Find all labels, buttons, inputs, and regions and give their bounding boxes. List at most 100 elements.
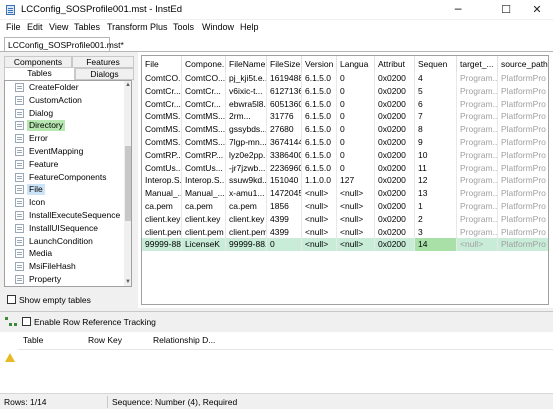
table-cell[interactable]: 0x0200 — [375, 238, 415, 252]
table-cell[interactable]: 11 — [415, 161, 457, 175]
menu-window[interactable]: Window — [202, 22, 234, 32]
show-empty-tables-checkbox[interactable] — [7, 295, 16, 304]
table-cell[interactable]: 99999-88... — [142, 238, 182, 252]
table-cell[interactable]: 7 — [415, 110, 457, 124]
table-cell[interactable]: PlatformPro — [498, 213, 548, 226]
table-cell[interactable]: 7lgp-mn... — [226, 136, 267, 149]
table-cell[interactable]: Program... — [457, 123, 498, 137]
table-row[interactable]: ca.pem ca.pem ca.pem 1856 <null> <null> 0x0200… — [142, 200, 548, 213]
col-relationship[interactable]: Relationship D... — [153, 335, 215, 345]
table-cell[interactable]: 6.1.5.0 — [302, 136, 337, 149]
table-cell[interactable]: 0x0200 — [375, 110, 415, 124]
table-cell[interactable]: ComtMS... — [142, 123, 182, 137]
table-cell[interactable]: ComtCr... — [182, 97, 226, 111]
table-cell[interactable]: 0 — [337, 72, 375, 85]
column-header[interactable]: FileSize — [267, 56, 302, 72]
table-cell[interactable]: ca.pem — [182, 200, 226, 213]
table-cell[interactable]: 6.1.5.0 — [302, 123, 337, 137]
table-row[interactable]: client.key client.key client.key 4399 <null>… — [142, 212, 548, 226]
table-cell[interactable]: ComtMS... — [142, 110, 182, 124]
table-cell[interactable]: 12 — [415, 174, 457, 188]
table-cell[interactable]: 2 — [415, 212, 457, 226]
table-cell[interactable]: Program... — [457, 84, 498, 98]
menu-view[interactable]: View — [49, 22, 68, 32]
table-cell[interactable]: PlatformPro — [498, 226, 548, 239]
table-cell[interactable]: ComtUs... — [142, 161, 182, 175]
table-cell[interactable]: PlatformPro — [498, 200, 548, 213]
table-cell[interactable]: 4 — [415, 72, 457, 85]
table-cell[interactable]: PlatformPro — [498, 136, 548, 149]
table-cell[interactable]: 0x0200 — [375, 200, 415, 213]
table-cell[interactable]: 9 — [415, 136, 457, 149]
table-cell[interactable]: <null> — [337, 187, 375, 201]
row-reference-checkbox[interactable] — [22, 317, 31, 326]
table-cell[interactable]: 1619488 — [267, 72, 302, 85]
table-cell[interactable]: <null> — [302, 187, 337, 201]
table-cell[interactable]: 0x0200 — [375, 84, 415, 98]
table-cell[interactable]: 0x0200 — [375, 72, 415, 85]
table-cell[interactable]: LicenseK — [182, 238, 226, 252]
table-cell[interactable]: lyz0e2pp... — [226, 148, 267, 162]
table-row[interactable]: ComtRP... ComtRP... lyz0e2pp... 3386400 6.1.… — [142, 148, 548, 162]
menu-edit[interactable]: Edit — [27, 22, 43, 32]
table-cell[interactable]: Program... — [457, 174, 498, 188]
table-cell[interactable]: PlatformPro — [498, 149, 548, 162]
table-cell[interactable]: <null> — [337, 200, 375, 213]
table-cell[interactable]: <null> — [302, 200, 337, 213]
table-cell[interactable]: 0 — [337, 84, 375, 98]
table-cell[interactable]: PlatformPro — [498, 123, 548, 136]
table-cell[interactable]: Program... — [457, 136, 498, 149]
table-cell[interactable]: ComtUs... — [182, 161, 226, 175]
table-cell[interactable]: 3 — [415, 225, 457, 239]
table-cell[interactable]: 6.1.5.0 — [302, 97, 337, 111]
table-row[interactable]: ComtMS... ComtMS... gssybds... 27680 6.1.5.0… — [142, 123, 548, 137]
table-row[interactable]: client.pem client.pem client.pem 4399 <null>… — [142, 225, 548, 239]
table-cell[interactable]: gssybds... — [226, 123, 267, 137]
table-cell[interactable]: ssuw9kd... — [226, 174, 267, 188]
table-cell[interactable]: 13 — [415, 187, 457, 201]
table-cell[interactable]: 0x0200 — [375, 136, 415, 149]
table-cell[interactable]: 0 — [337, 161, 375, 175]
table-cell[interactable]: 27680 — [267, 123, 302, 137]
table-cell[interactable]: 127 — [337, 174, 375, 188]
menu-plus[interactable]: Plus — [150, 22, 168, 32]
table-cell[interactable]: 0x0200 — [375, 174, 415, 188]
table-cell[interactable]: 10 — [415, 148, 457, 162]
table-cell[interactable]: 1472045 — [267, 187, 302, 201]
table-cell[interactable]: ebwra5l8... — [226, 97, 267, 111]
table-cell[interactable]: ca.pem — [142, 200, 182, 213]
table-cell[interactable]: Manual_... — [182, 187, 226, 201]
column-header[interactable]: target_... — [457, 56, 498, 72]
table-cell[interactable]: 14 — [415, 238, 457, 252]
table-cell[interactable]: PlatformPro — [498, 85, 548, 98]
table-cell[interactable]: v6ixic-t... — [226, 84, 267, 98]
table-cell[interactable]: Program... — [457, 110, 498, 124]
table-row[interactable]: ComtMS... ComtMS... 2rm... 31776 6.1.5.0 0 0x0… — [142, 110, 548, 124]
column-header[interactable]: source_path — [498, 56, 548, 72]
table-cell[interactable]: Program... — [457, 225, 498, 239]
scroll-down-icon[interactable]: ▼ — [124, 278, 131, 286]
table-cell[interactable]: Program... — [457, 97, 498, 111]
table-cell[interactable]: 151040 — [267, 174, 302, 188]
table-cell[interactable]: PlatformPro — [498, 98, 548, 111]
table-row[interactable]: ComtCO... ComtCO... pj_kji5t.e... 1619488 6.… — [142, 72, 548, 85]
table-cell[interactable]: pj_kji5t.e... — [226, 72, 267, 85]
table-row[interactable]: ComtCr... ComtCr... v6ixic-t... 6127136 6.1.… — [142, 84, 548, 98]
table-cell[interactable]: <null> — [302, 225, 337, 239]
menu-tools[interactable]: Tools — [173, 22, 194, 32]
table-cell[interactable]: Program... — [457, 161, 498, 175]
table-cell[interactable]: 1 — [415, 200, 457, 213]
column-header[interactable]: Langua — [337, 56, 375, 72]
table-cell[interactable]: client.pem — [142, 225, 182, 239]
column-header[interactable]: Attribut — [375, 56, 415, 72]
table-cell[interactable]: Program... — [457, 200, 498, 213]
table-cell[interactable]: client.key — [226, 212, 267, 226]
table-cell[interactable]: ComtRP... — [182, 148, 226, 162]
table-cell[interactable]: Manual_... — [142, 187, 182, 201]
table-cell[interactable]: Program... — [457, 212, 498, 226]
table-cell[interactable]: client.key — [142, 212, 182, 226]
table-row[interactable]: ComtUs... ComtUs... -jr7jzwb... 2236960 6.1.… — [142, 161, 548, 175]
table-cell[interactable]: ComtMS... — [182, 136, 226, 149]
table-cell[interactable]: <null> — [302, 238, 337, 252]
table-cell[interactable]: 1.1.0.0 — [302, 174, 337, 188]
